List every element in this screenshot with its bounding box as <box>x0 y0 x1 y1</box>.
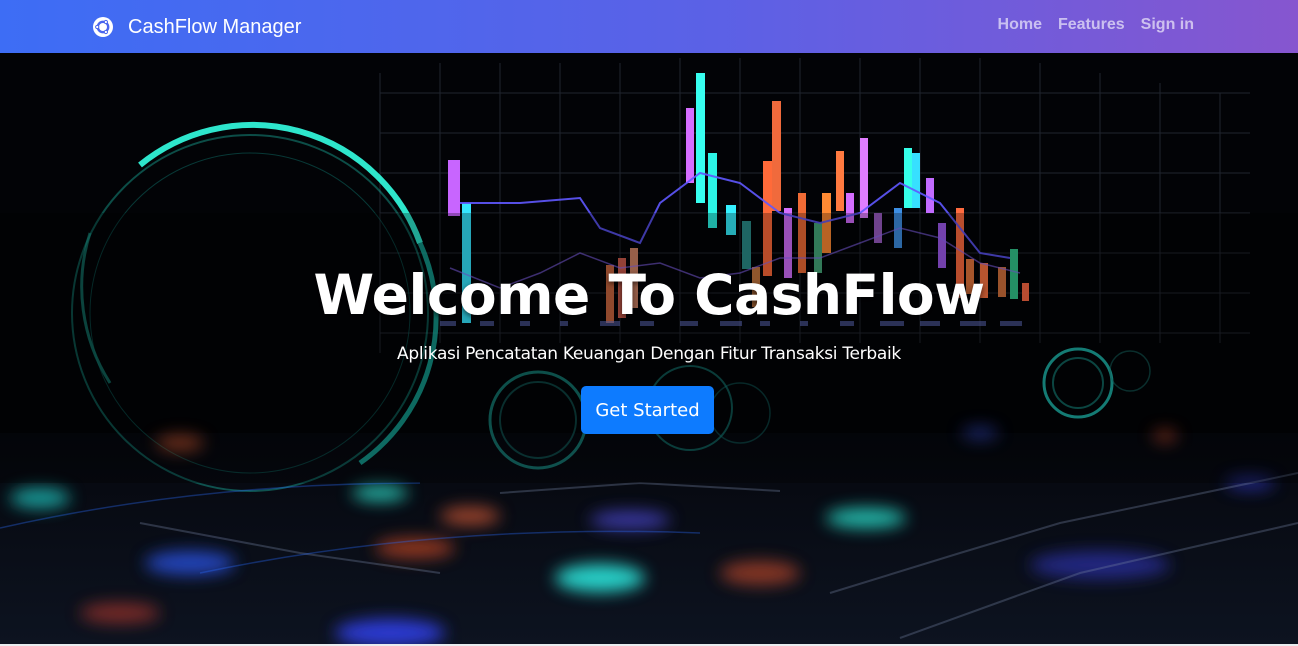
hero-title: Welcome To CashFlow <box>313 263 985 327</box>
nav-link-sign-in[interactable]: Sign in <box>1141 16 1194 34</box>
hero-content: Welcome To CashFlow Aplikasi Pencatatan … <box>0 53 1298 644</box>
brand-name: CashFlow Manager <box>128 15 302 38</box>
navbar: CashFlow Manager Home Features Sign in <box>0 0 1298 53</box>
nav-link-features[interactable]: Features <box>1058 16 1125 34</box>
hero-section: Welcome To CashFlow Aplikasi Pencatatan … <box>0 53 1298 644</box>
ubuntu-logo-icon <box>92 16 114 38</box>
get-started-button[interactable]: Get Started <box>581 386 714 434</box>
brand-link[interactable]: CashFlow Manager <box>92 14 301 40</box>
nav-links: Home Features Sign in <box>998 16 1194 34</box>
hero-subtitle: Aplikasi Pencatatan Keuangan Dengan Fitu… <box>397 344 901 364</box>
nav-link-home[interactable]: Home <box>998 16 1042 34</box>
